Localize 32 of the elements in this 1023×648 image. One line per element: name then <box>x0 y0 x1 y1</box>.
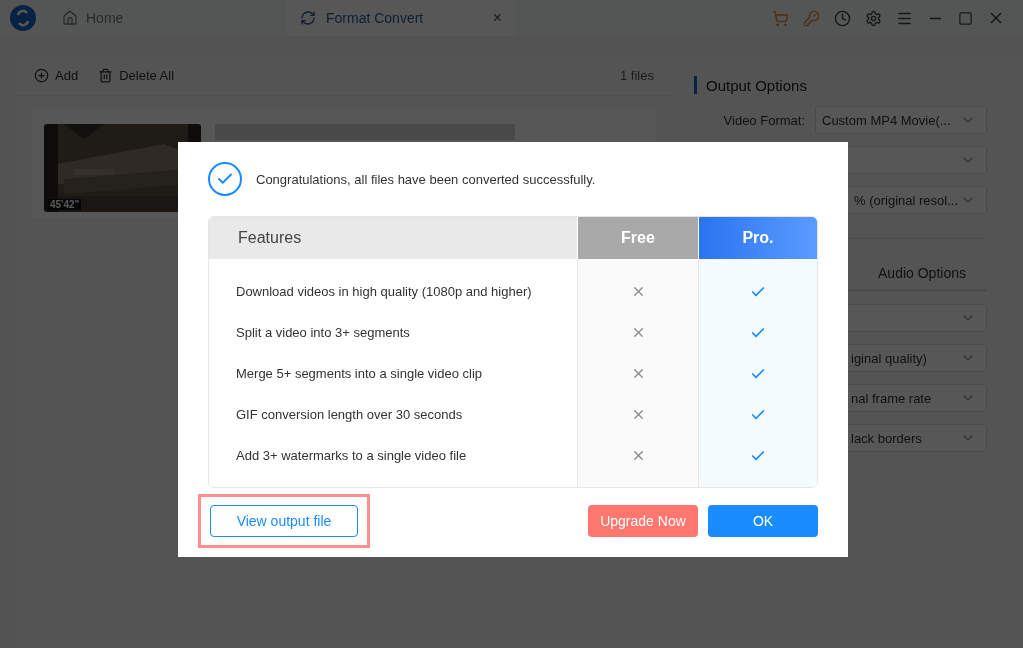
dropdown-field[interactable]: Custom MP4 Movie(... <box>815 106 987 134</box>
file-count: 1 files <box>620 68 654 83</box>
column-header: Free <box>577 217 698 259</box>
success-message: Congratulations, all files have been converted successfully. <box>256 171 596 187</box>
column-header: Pro. <box>698 217 817 259</box>
feature-name: Add 3+ watermarks to a single video file <box>236 448 467 463</box>
field-label: Video Format: <box>723 112 805 128</box>
delete-all-button[interactable]: Delete All <box>98 68 175 83</box>
home-icon <box>62 10 78 26</box>
key-icon[interactable] <box>803 9 820 27</box>
refresh-icon <box>300 10 316 26</box>
maximize-icon[interactable] <box>958 10 973 26</box>
tab-close[interactable]: × <box>492 9 502 27</box>
ok-button[interactable]: OK <box>708 505 818 537</box>
settings-icon[interactable] <box>865 9 882 27</box>
plus-icon <box>34 68 49 83</box>
clock-icon[interactable] <box>834 9 851 27</box>
view-output-button[interactable]: View output file <box>210 505 358 537</box>
feature-name: Merge 5+ segments into a single video clip <box>236 366 483 381</box>
section-title: Output Options <box>694 76 987 94</box>
add-button[interactable]: Add <box>34 68 79 83</box>
trash-icon <box>98 68 114 83</box>
column-header: Features <box>209 217 577 259</box>
feature-name: Split a video into 3+ segments <box>236 325 410 340</box>
upgrade-button[interactable]: Upgrade Now <box>588 505 698 537</box>
audio-options-tab[interactable]: Audio Options <box>857 265 987 281</box>
app-logo-icon <box>10 5 36 31</box>
feature-name: Download videos in high quality (1080p and higher) <box>236 284 532 299</box>
feature-name: GIF conversion length over 30 seconds <box>236 407 463 422</box>
success-icon <box>208 162 242 196</box>
video-duration: 45'42" <box>48 199 82 210</box>
cart-icon[interactable] <box>772 9 789 27</box>
